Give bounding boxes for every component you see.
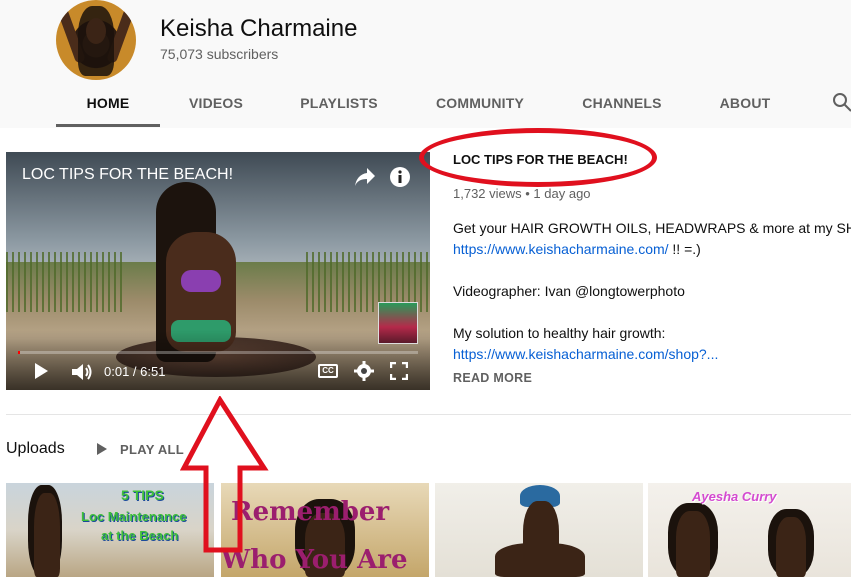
tab-videos[interactable]: VIDEOS (180, 88, 252, 126)
channel-name: Keisha Charmaine (160, 15, 358, 42)
info-icon[interactable] (389, 166, 411, 188)
progress-fill (18, 351, 20, 354)
annotation-arrow (180, 396, 269, 553)
player-title[interactable]: LOC TIPS FOR THE BEACH! (22, 166, 233, 184)
shop-link[interactable]: https://www.keishacharmaine.com/ (453, 241, 669, 257)
play-all-button[interactable]: PLAY ALL (120, 442, 184, 457)
fullscreen-icon[interactable] (390, 362, 408, 380)
share-icon[interactable] (353, 166, 377, 188)
uploads-heading[interactable]: Uploads (6, 440, 65, 458)
description-line: My solution to healthy hair growth: (453, 325, 666, 341)
description-line: Get your HAIR GROWTH OILS, HEADWRAPS & m… (453, 220, 851, 236)
search-icon[interactable] (832, 92, 851, 112)
thumbnail-text: Ayesha Curry (692, 489, 777, 504)
divider (6, 414, 851, 415)
time-display: 0:01 / 6:51 (104, 364, 166, 379)
play-all-icon[interactable] (95, 442, 109, 456)
description-link-line: https://www.keishacharmaine.com/ !! =.) (453, 241, 701, 257)
tab-home[interactable]: HOME (64, 88, 152, 126)
volume-icon[interactable] (70, 362, 94, 382)
videographer-credit: Videographer: Ivan @longtowerphoto (453, 283, 685, 299)
video-meta: 1,732 views • 1 day ago (453, 186, 591, 201)
channel-header: Keisha Charmaine 75,073 subscribers HOME… (0, 0, 851, 128)
progress-bar[interactable] (18, 351, 418, 354)
thumbnail-text: 5 TIPS (121, 487, 164, 503)
subscriber-count: 75,073 subscribers (160, 46, 279, 62)
video-player[interactable]: LOC TIPS FOR THE BEACH! 0:01 / 6:51 CC (6, 152, 430, 390)
video-thumbnail[interactable] (435, 483, 643, 577)
avatar[interactable] (56, 0, 136, 80)
end-screen-thumbnail[interactable] (378, 302, 418, 344)
link-suffix: !! =.) (668, 241, 701, 257)
shop-link-2[interactable]: https://www.keishacharmaine.com/shop?... (453, 346, 718, 362)
annotation-circle (419, 128, 657, 187)
tab-about[interactable]: ABOUT (712, 88, 778, 126)
play-icon[interactable] (32, 362, 50, 380)
captions-button[interactable]: CC (318, 364, 338, 378)
settings-icon[interactable] (354, 361, 374, 381)
active-tab-indicator (56, 124, 160, 127)
video-thumbnail[interactable]: Ayesha Curry (648, 483, 851, 577)
thumbnail-text: Loc Maintenance (81, 509, 187, 524)
tab-community[interactable]: COMMUNITY (430, 88, 530, 126)
tab-channels[interactable]: CHANNELS (576, 88, 668, 126)
tab-playlists[interactable]: PLAYLISTS (294, 88, 384, 126)
read-more-button[interactable]: READ MORE (453, 371, 532, 385)
thumbnail-text: at the Beach (101, 528, 179, 543)
